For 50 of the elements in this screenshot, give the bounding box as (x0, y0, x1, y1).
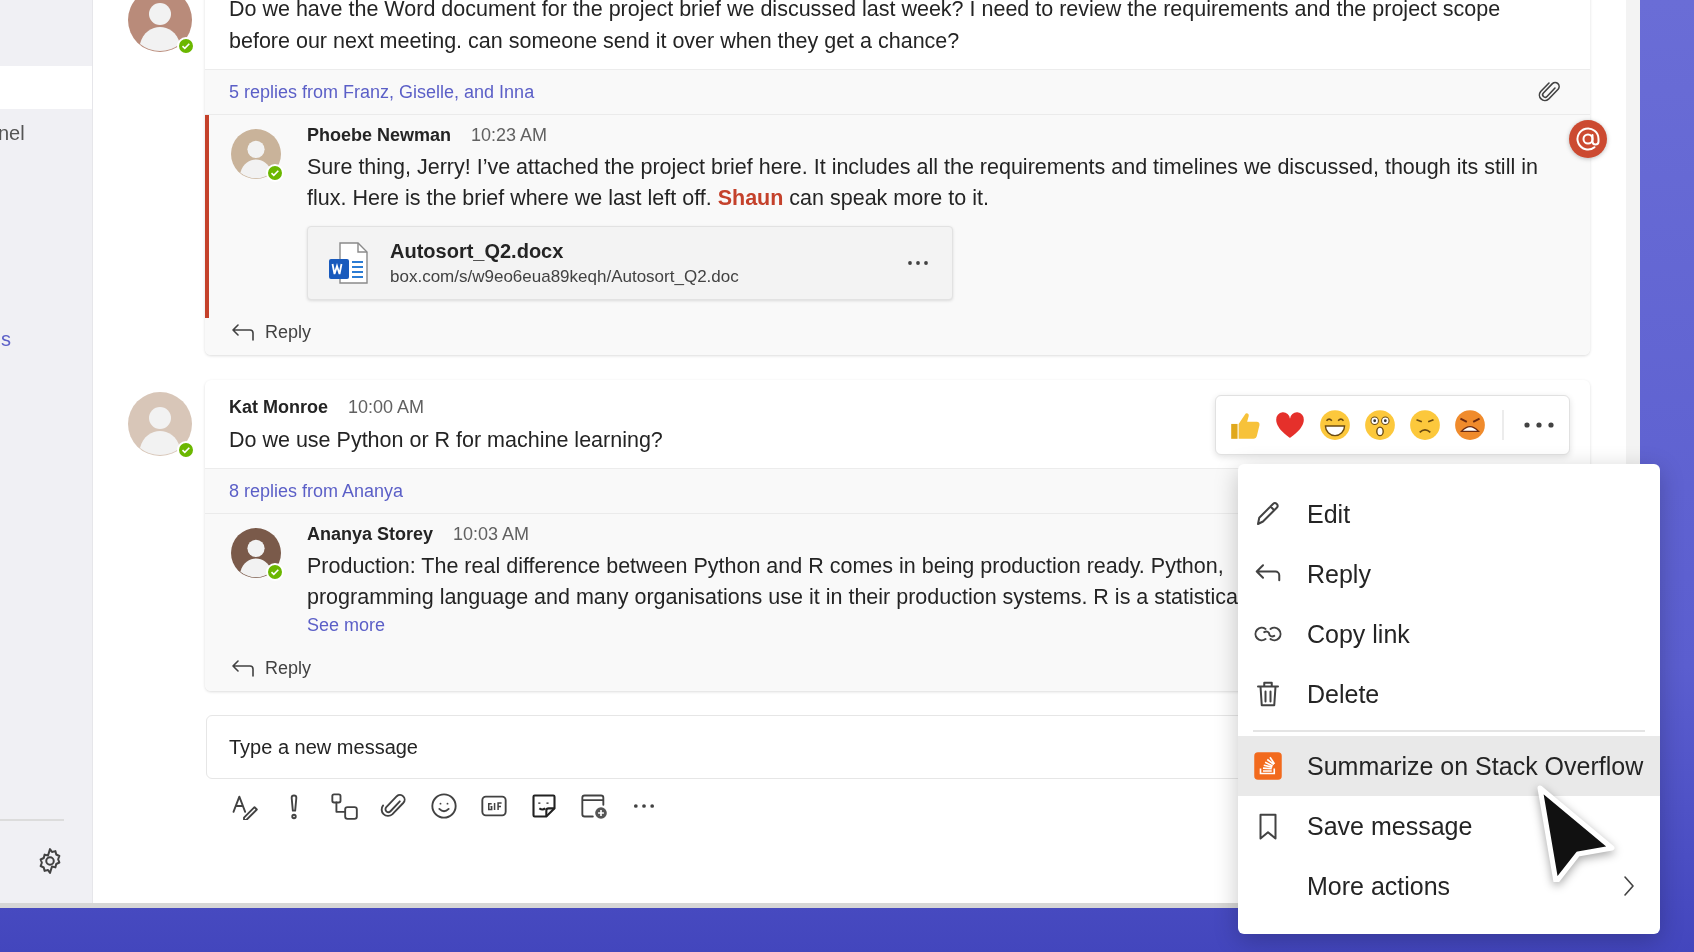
presence-icon (266, 164, 284, 182)
reply-button[interactable]: Reply (231, 654, 312, 683)
author-name: Ananya Storey (307, 524, 434, 545)
menu-item[interactable]: More actions (1238, 856, 1660, 916)
menu-item[interactable]: Delete (1238, 664, 1660, 724)
replies-link[interactable]: 5 replies from Franz, Giselle, and Inna (229, 81, 535, 103)
author-name: Kat Monroe (229, 397, 328, 418)
avatar (231, 129, 281, 179)
surprised-face-icon[interactable] (1363, 408, 1397, 442)
file-name: Autosort_Q2.docx (390, 239, 565, 263)
menu-item[interactable]: Summarize on Stack Overflow (1238, 736, 1660, 796)
more-icon[interactable] (1523, 421, 1555, 429)
message-text: Do we have the Word document for the project brief we discussed last week? I need to review the requirements and the project scope before our next meeting. can someone send it over when they get a chance? (229, 0, 1501, 55)
menu-item[interactable]: Copy link (1238, 604, 1660, 664)
reply-arrow-icon (231, 659, 255, 678)
angry-face-icon[interactable] (1453, 408, 1487, 442)
presence-icon (177, 37, 195, 55)
loop-icon[interactable] (330, 792, 358, 820)
emoji-icon[interactable] (430, 792, 458, 820)
sticker-icon[interactable] (530, 792, 558, 820)
reply-button[interactable]: Reply (231, 318, 312, 347)
author-name: Phoebe Newman (307, 125, 452, 146)
sidebar-link[interactable]: s (1, 328, 11, 356)
avatar (128, 392, 192, 456)
calendar-add-icon[interactable] (580, 792, 608, 820)
laughing-face-icon[interactable] (1318, 408, 1352, 442)
avatar (128, 0, 192, 52)
replies-link[interactable]: 8 replies from Ananya (229, 480, 404, 502)
message-text: Production: The real difference between Python and R comes in being production ready. Python, programming language and many organisations use it in their production systems. R is a statistica (307, 553, 1238, 611)
timestamp: 10:23 AM (471, 125, 548, 146)
paperclip-icon[interactable] (380, 792, 408, 820)
reply-arrow-icon (231, 323, 255, 342)
message-text: Sure thing, Jerry! I’ve attached the project brief here. It includes all the requirements and timelines we discussed, though its still in flux. Here is the brief where we last left off. Shaun can speak more to it. (307, 154, 1538, 212)
presence-icon (266, 563, 284, 581)
presence-icon (177, 441, 195, 459)
menu-item[interactable]: Save message (1238, 796, 1660, 856)
see-more-link[interactable]: See more (307, 615, 386, 636)
timestamp: 10:00 AM (348, 397, 425, 418)
more-icon[interactable] (906, 260, 930, 266)
menu-item[interactable]: Edit (1238, 484, 1660, 544)
sad-face-icon[interactable] (1408, 408, 1442, 442)
file-card[interactable]: Autosort_Q2.docx box.com/s/w9eo6eua89keqh/Autosort_Q2.doc (307, 226, 953, 300)
message-text: Do we use Python or R for machine learning? (229, 427, 663, 454)
avatar (231, 528, 281, 578)
timestamp: 10:03 AM (453, 524, 530, 545)
chevron-right-icon (1622, 874, 1636, 898)
menu-item[interactable]: Reply (1238, 544, 1660, 604)
stack-overflow-icon (1253, 751, 1283, 781)
file-url: box.com/s/w9eo6eua89keqh/Autosort_Q2.doc (390, 266, 740, 287)
sidebar-item[interactable]: nel (0, 122, 25, 150)
